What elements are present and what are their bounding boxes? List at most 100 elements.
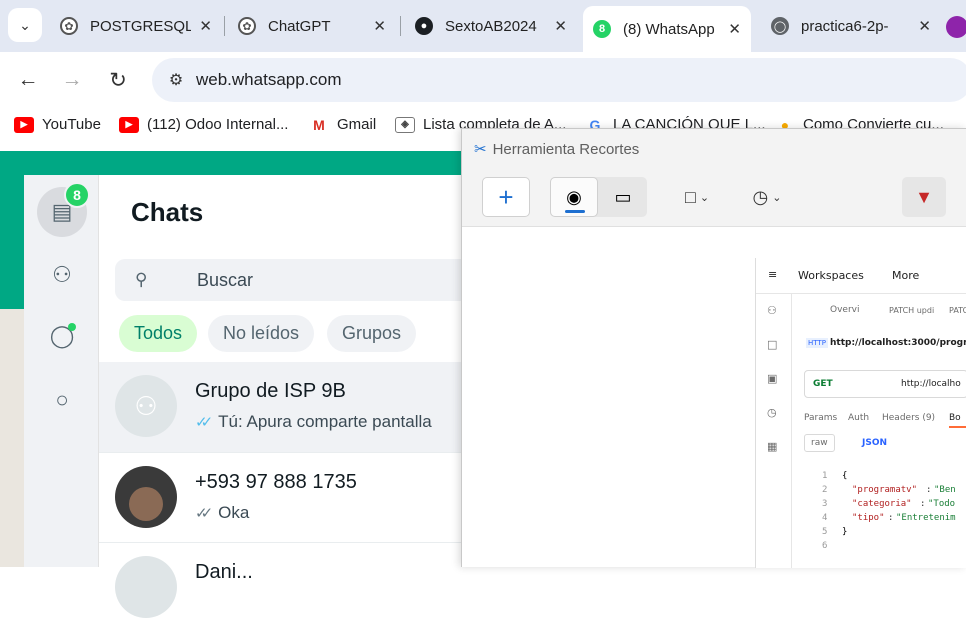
code-key: "tipo"	[852, 513, 885, 523]
tab-divider	[224, 16, 225, 36]
close-icon[interactable]: ✕	[918, 17, 931, 35]
reload-button[interactable]: ↻	[104, 66, 132, 94]
video-mode-button[interactable]: ▭	[599, 177, 647, 217]
line-number: 1	[822, 471, 828, 481]
reload-icon: ↻	[109, 68, 127, 92]
url-bar: GET http://localho	[804, 370, 966, 398]
read-checks-icon: ✓✓	[195, 414, 213, 431]
postman-top-bar: ≡ Workspaces More	[756, 258, 966, 294]
search-input[interactable]: ⚲ Buscar	[115, 259, 475, 301]
tab-practica[interactable]: ◯ practica6-2p- ✕	[761, 6, 941, 46]
openai-icon: ✿	[238, 17, 256, 35]
browser-toolbar: ← → ↻ ⚙ web.whatsapp.com	[0, 52, 966, 108]
bookmark-odoo[interactable]: ▶ (112) Odoo Internal...	[119, 116, 288, 133]
back-button[interactable]: ←	[14, 66, 42, 94]
bookmark-label: (112) Odoo Internal...	[147, 116, 289, 133]
postman-tab: PATCH updi	[889, 306, 935, 315]
status-dot	[68, 323, 76, 331]
address-bar[interactable]: ⚙ web.whatsapp.com	[152, 58, 966, 102]
delivered-checks-icon: ✓✓	[195, 505, 213, 522]
code-key: "programatv"	[852, 485, 918, 495]
tab-postgresql[interactable]: ✿ POSTGRESQL ✕	[50, 6, 222, 46]
filter-unread[interactable]: No leídos	[208, 315, 315, 352]
capture-mode-toggle: ◉ ▭	[550, 177, 647, 217]
code-colon: :	[926, 485, 932, 495]
chat-last-message: ✓✓ Oka	[195, 503, 249, 523]
rectangle-icon: □	[684, 186, 696, 207]
line-number: 5	[822, 527, 828, 537]
tab-divider	[400, 16, 401, 36]
search-icon: ⚲	[135, 270, 148, 289]
line-number: 2	[822, 485, 828, 495]
scissors-icon: ✂	[474, 141, 487, 158]
code-value: "Entretenim	[896, 513, 956, 523]
chats-title: Chats	[131, 197, 204, 227]
menu-icon: ≡	[768, 268, 778, 281]
chat-row[interactable]: ⚇ Grupo de ISP 9B ✓✓ Tú: Apura comparte …	[99, 362, 461, 452]
youtube-icon: ▶	[119, 116, 139, 133]
logo-icon: ◈	[395, 116, 415, 133]
active-tab-underline	[949, 426, 966, 428]
chat-row[interactable]: Dani...	[99, 542, 461, 632]
contact-avatar	[115, 466, 177, 528]
request-tab: Params	[804, 413, 838, 423]
code-colon: :	[888, 513, 894, 523]
snipping-toolbar: + ◉ ▭ □ ⌄ ◷ ⌄ ▼	[462, 169, 966, 227]
group-avatar: ⚇	[115, 375, 177, 437]
apps-icon: ▦	[767, 440, 778, 453]
code-line: {	[842, 471, 848, 481]
close-icon[interactable]: ✕	[728, 20, 741, 38]
profile-icon[interactable]	[946, 16, 966, 38]
communities-icon: ⚇	[52, 262, 72, 287]
tab-strip: ⌄ ✿ POSTGRESQL ✕ ✿ ChatGPT ✕ ● SextoAB20…	[0, 0, 966, 52]
person-photo	[129, 487, 163, 521]
bookmark-label: YouTube	[42, 116, 101, 133]
channels-nav-button[interactable]: ○	[37, 375, 87, 425]
tab-github[interactable]: ● SextoAB2024 ✕	[405, 6, 577, 46]
history-icon: ◷	[767, 406, 777, 419]
markup-button[interactable]: ▼	[902, 177, 946, 217]
chat-last-text: Tú: Apura comparte pantalla	[218, 412, 432, 431]
tab-chatgpt[interactable]: ✿ ChatGPT ✕	[228, 6, 396, 46]
url-field: http://localho	[901, 379, 961, 389]
forward-button[interactable]: →	[58, 66, 86, 94]
contact-avatar	[115, 556, 177, 618]
filter-groups[interactable]: Grupos	[327, 315, 417, 352]
status-nav-button[interactable]: ◯	[37, 311, 87, 361]
youtube-icon: ▶	[14, 116, 34, 133]
site-settings-icon[interactable]: ⚙	[164, 70, 188, 90]
group-icon: ⚇	[134, 390, 158, 421]
bookmark-gmail[interactable]: M Gmail	[309, 116, 376, 133]
chat-row[interactable]: +593 97 888 1735 ✓✓ Oka	[99, 452, 461, 542]
communities-nav-button[interactable]: ⚇	[37, 250, 87, 300]
snip-shape-dropdown[interactable]: □ ⌄	[675, 177, 719, 217]
chat-last-text: Oka	[218, 503, 250, 522]
code-value: "Ben	[934, 485, 956, 495]
new-snip-button[interactable]: +	[482, 177, 530, 217]
close-icon[interactable]: ✕	[554, 17, 567, 35]
code-colon: :	[920, 499, 926, 509]
chat-name: +593 97 888 1735	[195, 471, 357, 493]
whatsapp-icon: 8	[593, 20, 611, 38]
close-icon[interactable]: ✕	[373, 17, 386, 35]
globe-icon: ◯	[771, 17, 789, 35]
snipping-title-bar[interactable]: ✂ Herramienta Recortes	[462, 129, 966, 169]
postman-tab: PATC	[949, 306, 966, 315]
screenshot-mode-button[interactable]: ◉	[550, 177, 598, 217]
line-number: 6	[822, 541, 828, 551]
chat-list-panel: Chats ⚲ Buscar Todos No leídos Grupos ⚇ …	[99, 175, 475, 618]
request-tab: Headers (9)	[882, 413, 936, 423]
delay-dropdown[interactable]: ◷ ⌄	[745, 177, 789, 217]
filter-all[interactable]: Todos	[119, 315, 198, 352]
tab-whatsapp[interactable]: 8 (8) WhatsApp ✕	[583, 6, 751, 52]
bookmark-youtube[interactable]: ▶ YouTube	[14, 116, 101, 133]
body-format-select: JSON	[862, 438, 888, 448]
postman-sidebar: ⚇ □ ▣ ◷ ▦	[756, 294, 792, 568]
chat-name: Dani...	[195, 561, 253, 583]
window-title: Herramienta Recortes	[492, 140, 640, 158]
code-line: }	[842, 527, 848, 537]
code-value: "Todo	[928, 499, 956, 509]
http-badge: HTTP	[806, 338, 828, 348]
tab-search-button[interactable]: ⌄	[8, 8, 42, 42]
close-icon[interactable]: ✕	[199, 17, 212, 35]
